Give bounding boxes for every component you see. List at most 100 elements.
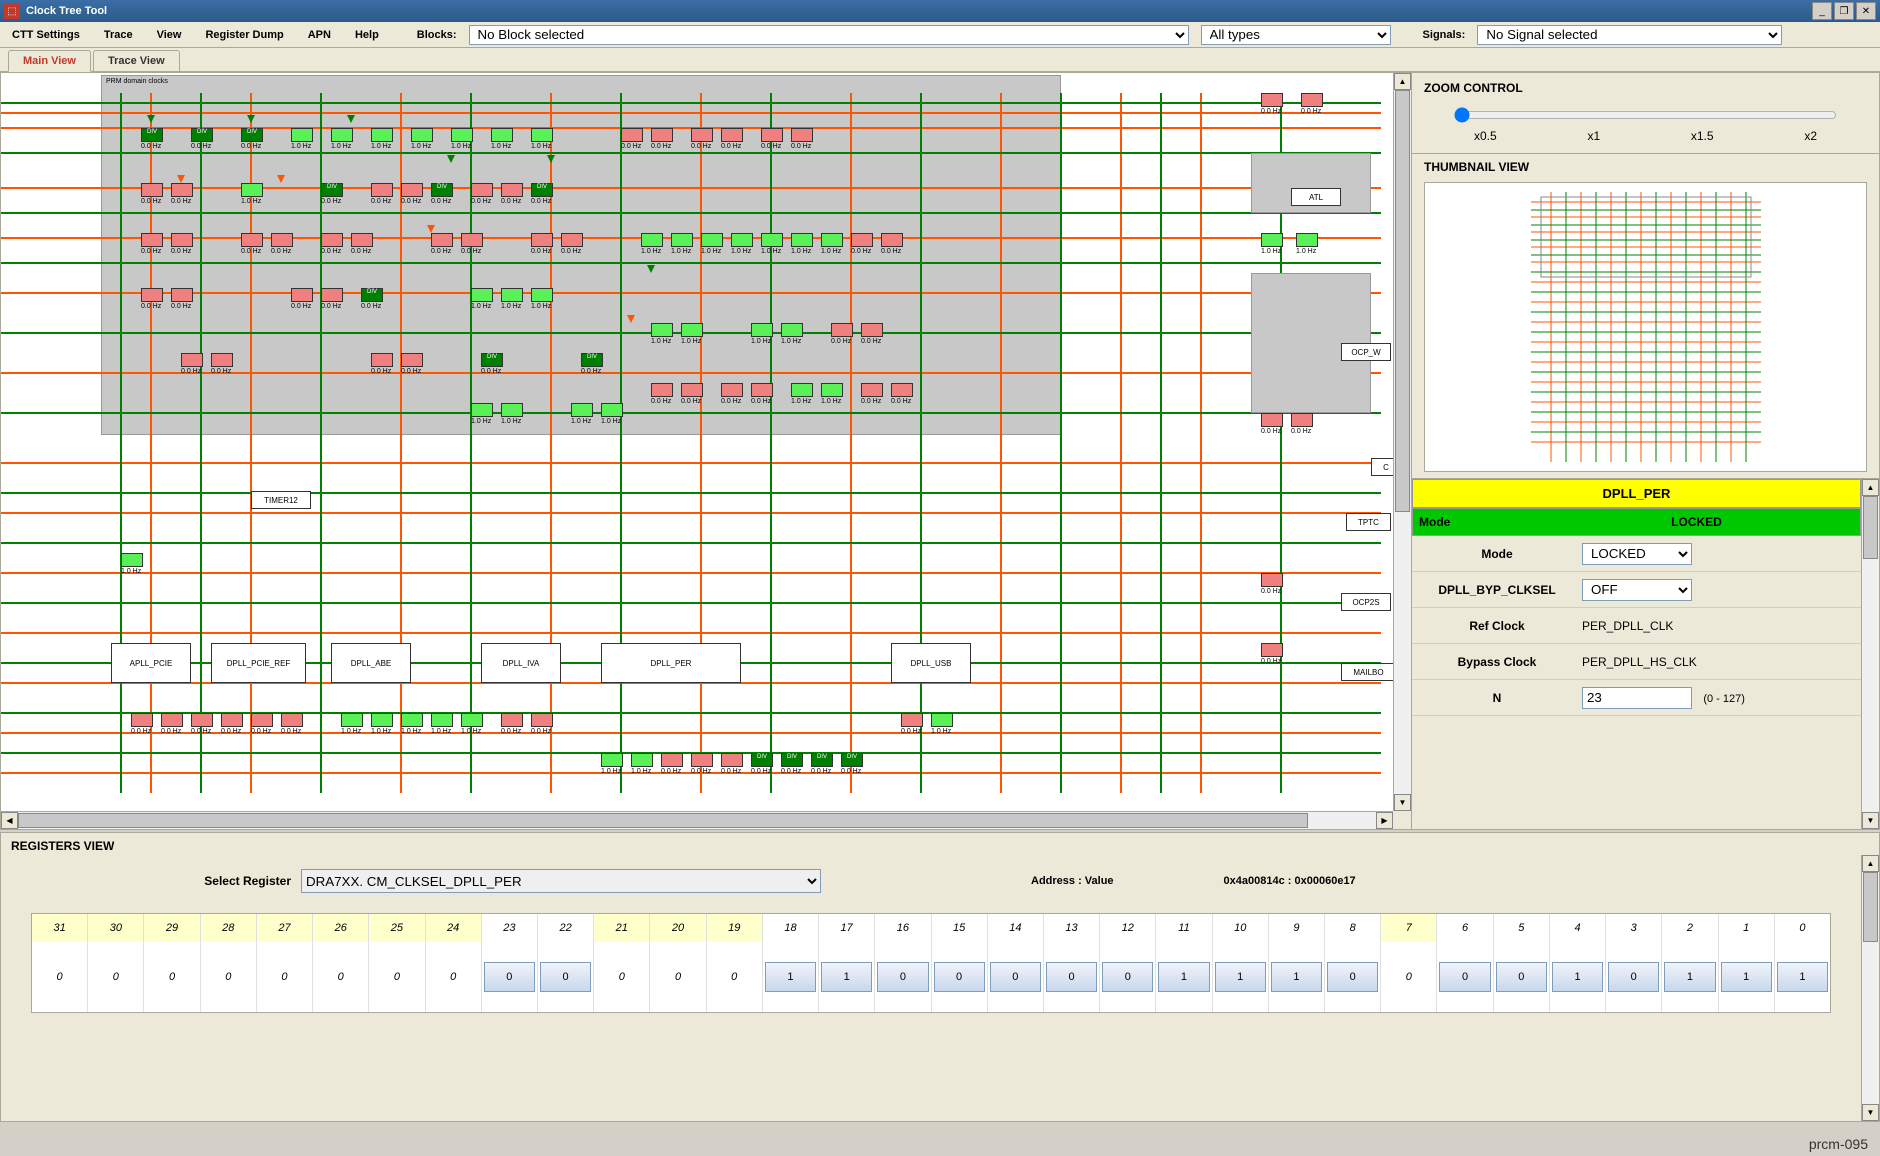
clock-block[interactable]: [271, 233, 293, 247]
clock-block[interactable]: [641, 233, 663, 247]
clock-block[interactable]: [821, 383, 843, 397]
clock-block[interactable]: [531, 233, 553, 247]
clock-block[interactable]: [1291, 413, 1313, 427]
clock-block[interactable]: [251, 713, 273, 727]
clock-block[interactable]: [501, 713, 523, 727]
menu-view[interactable]: View: [151, 27, 188, 43]
clock-block[interactable]: [751, 323, 773, 337]
clock-block[interactable]: [1261, 643, 1283, 657]
scroll-thumb-h[interactable]: [18, 813, 1308, 828]
registers-scroll-v[interactable]: ▲ ▼: [1861, 855, 1879, 1121]
diagram-canvas[interactable]: PRM domain clocks: [1, 73, 1393, 811]
clock-block[interactable]: [461, 713, 483, 727]
clock-block[interactable]: [141, 183, 163, 197]
clock-block[interactable]: [371, 183, 393, 197]
bit-value-button[interactable]: 0: [934, 962, 985, 992]
menu-help[interactable]: Help: [349, 27, 385, 43]
zoom-slider[interactable]: [1454, 107, 1837, 123]
clock-block[interactable]: [1261, 413, 1283, 427]
clock-block[interactable]: [371, 353, 393, 367]
pll-dpll-iva[interactable]: DPLL_IVA: [481, 643, 561, 683]
clock-block[interactable]: [721, 383, 743, 397]
clock-block[interactable]: [701, 233, 723, 247]
clock-block[interactable]: [291, 288, 313, 302]
bit-value-button[interactable]: 0: [1439, 962, 1490, 992]
clock-block[interactable]: [131, 713, 153, 727]
properties-scroll-v[interactable]: ▲ ▼: [1861, 479, 1879, 829]
clock-block[interactable]: [681, 383, 703, 397]
clock-block[interactable]: [401, 183, 423, 197]
bit-value-button[interactable]: 1: [1271, 962, 1322, 992]
clock-block[interactable]: [721, 753, 743, 767]
clock-block[interactable]: [321, 288, 343, 302]
clock-block[interactable]: [451, 128, 473, 142]
clock-block[interactable]: [501, 403, 523, 417]
menu-apn[interactable]: APN: [302, 27, 337, 43]
block-ocp2s[interactable]: OCP2S: [1341, 593, 1391, 611]
block-ocpw[interactable]: OCP_W: [1341, 343, 1391, 361]
clock-block[interactable]: [1301, 93, 1323, 107]
clock-block[interactable]: [431, 233, 453, 247]
clock-block[interactable]: [761, 233, 783, 247]
clock-block[interactable]: [751, 383, 773, 397]
scroll-right-icon[interactable]: ▶: [1376, 812, 1393, 829]
clock-block[interactable]: [691, 753, 713, 767]
bit-value-button[interactable]: 0: [540, 962, 591, 992]
clock-block[interactable]: [471, 403, 493, 417]
clock-block[interactable]: [621, 128, 643, 142]
clock-block[interactable]: [171, 233, 193, 247]
clock-block[interactable]: [791, 128, 813, 142]
reg-select[interactable]: DRA7XX. CM_CLKSEL_DPLL_PER: [301, 869, 821, 893]
clock-block[interactable]: [651, 323, 673, 337]
bit-value-button[interactable]: 1: [821, 962, 872, 992]
clock-block[interactable]: [831, 323, 853, 337]
block-mailbo[interactable]: MAILBO: [1341, 663, 1393, 681]
clock-block[interactable]: [141, 233, 163, 247]
clock-block[interactable]: [401, 713, 423, 727]
clock-block[interactable]: [471, 183, 493, 197]
clock-block[interactable]: [901, 713, 923, 727]
clock-block[interactable]: DIV: [191, 128, 213, 142]
clock-block[interactable]: DIV: [241, 128, 263, 142]
minimize-button[interactable]: _: [1812, 2, 1832, 20]
prop-scroll-thumb[interactable]: [1863, 496, 1878, 559]
clock-block[interactable]: [861, 323, 883, 337]
clock-block[interactable]: [691, 128, 713, 142]
clock-block[interactable]: [501, 183, 523, 197]
clock-block[interactable]: [731, 233, 753, 247]
clock-block[interactable]: [721, 128, 743, 142]
pll-apll-pcie[interactable]: APLL_PCIE: [111, 643, 191, 683]
clock-block[interactable]: [371, 128, 393, 142]
scroll-down-icon[interactable]: ▼: [1394, 794, 1411, 811]
clock-block[interactable]: [191, 713, 213, 727]
block-tptc[interactable]: TPTC: [1346, 513, 1391, 531]
diagram-panel[interactable]: PRM domain clocks: [0, 72, 1412, 830]
bit-value-button[interactable]: 1: [765, 962, 816, 992]
clock-block[interactable]: DIV: [751, 753, 773, 767]
tab-trace-view[interactable]: Trace View: [93, 50, 180, 71]
clock-block[interactable]: DIV: [531, 183, 553, 197]
clock-block[interactable]: [571, 403, 593, 417]
clock-block[interactable]: [531, 288, 553, 302]
bit-value-button[interactable]: 1: [1721, 962, 1772, 992]
bit-value-button[interactable]: 0: [484, 962, 535, 992]
clock-block[interactable]: [411, 128, 433, 142]
prop-n-input[interactable]: [1582, 687, 1692, 709]
bit-value-button[interactable]: 0: [990, 962, 1041, 992]
bit-value-button[interactable]: 1: [1215, 962, 1266, 992]
bit-value-button[interactable]: 0: [1496, 962, 1547, 992]
clock-block[interactable]: [601, 403, 623, 417]
clock-block[interactable]: DIV: [431, 183, 453, 197]
clock-block[interactable]: DIV: [811, 753, 833, 767]
clock-block[interactable]: [141, 288, 163, 302]
thumbnail-view[interactable]: [1424, 182, 1867, 472]
scroll-left-icon[interactable]: ◀: [1, 812, 18, 829]
pll-dpll-abe[interactable]: DPLL_ABE: [331, 643, 411, 683]
clock-block[interactable]: [931, 713, 953, 727]
bit-value-button[interactable]: 1: [1664, 962, 1715, 992]
clock-block[interactable]: [891, 383, 913, 397]
clock-block[interactable]: [671, 233, 693, 247]
pll-dpll-usb[interactable]: DPLL_USB: [891, 643, 971, 683]
clock-block[interactable]: [651, 128, 673, 142]
clock-block[interactable]: [501, 288, 523, 302]
